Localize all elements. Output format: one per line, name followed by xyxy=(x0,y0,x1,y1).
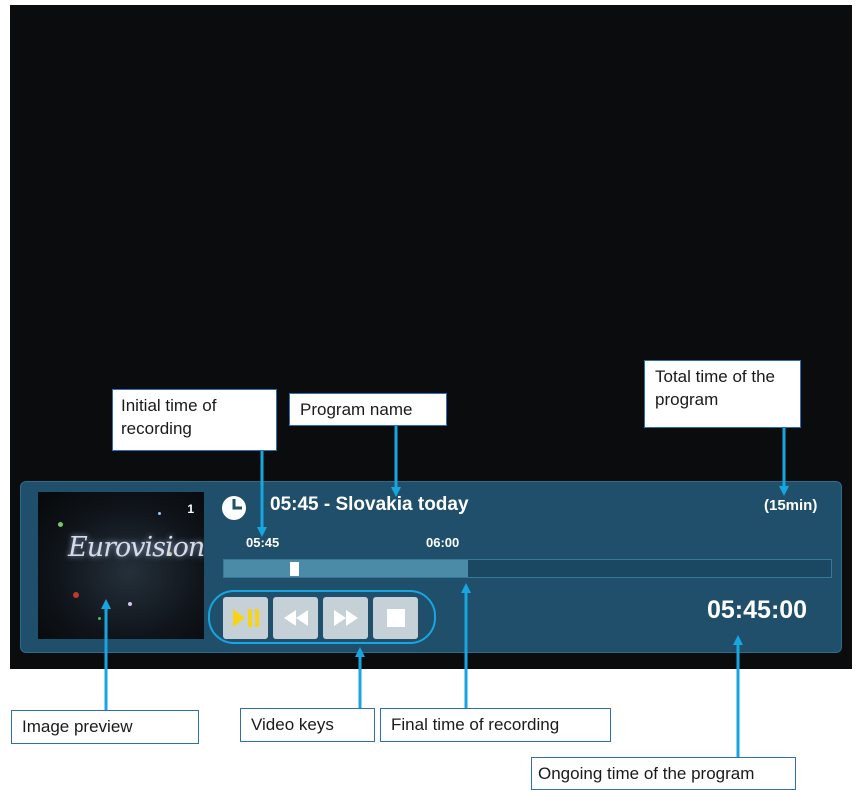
label-total-time: Total time of the program xyxy=(644,360,801,428)
label-program-name: Program name xyxy=(289,393,447,426)
label-initial-time: Initial time of recording xyxy=(112,389,277,451)
label-video-keys: Video keys xyxy=(240,708,375,742)
label-ongoing-time: Ongoing time of the program xyxy=(531,757,796,790)
label-image-preview: Image preview xyxy=(11,710,199,744)
label-final-time: Final time of recording xyxy=(380,708,611,742)
